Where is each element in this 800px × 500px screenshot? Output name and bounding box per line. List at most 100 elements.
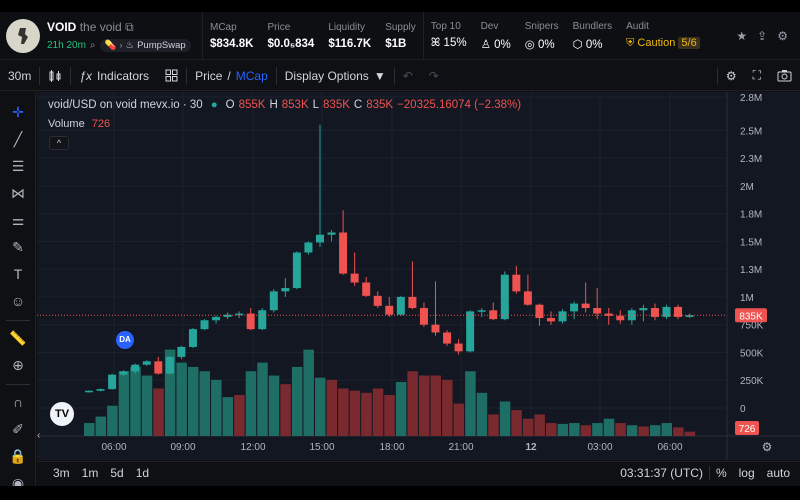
slash-label: /: [227, 68, 231, 83]
price-mcap-toggle[interactable]: Price / MCap: [187, 61, 276, 90]
y-tick-label: 1.3M: [740, 265, 762, 276]
search-icon[interactable]: ⌕: [90, 40, 96, 51]
percent-toggle[interactable]: %: [710, 466, 733, 480]
chart-settings-icon[interactable]: ⚙: [718, 61, 745, 90]
x-tick-label: 09:00: [170, 442, 195, 453]
audit-text: Caution: [637, 37, 676, 49]
range-1m[interactable]: 1m: [76, 466, 105, 480]
collapse-toolbar-icon[interactable]: ‹: [37, 430, 40, 441]
candle-type-icon[interactable]: [40, 61, 70, 90]
crosshair-icon[interactable]: ✛: [0, 104, 36, 121]
mcap-label: MCap: [235, 68, 268, 83]
emoji-icon[interactable]: ☺: [0, 293, 36, 309]
share-icon[interactable]: ⇪: [757, 29, 767, 43]
candle-body: [131, 364, 140, 372]
platform-pill[interactable]: 💊 › ♨ PumpSwap: [99, 38, 191, 52]
settings-icon[interactable]: ⚙: [777, 29, 788, 43]
fib-icon[interactable]: ☰: [0, 158, 36, 175]
x-tick-label: 12:00: [240, 442, 265, 453]
fullscreen-icon[interactable]: ⛶: [745, 61, 769, 90]
trend-line-icon[interactable]: ╱: [0, 131, 36, 148]
log-toggle[interactable]: log: [733, 466, 761, 480]
brush-icon[interactable]: ✎: [0, 239, 36, 256]
audit-label: Audit: [626, 21, 649, 32]
candle-body: [593, 308, 602, 314]
candle-body: [547, 318, 555, 322]
volume-bar: [384, 394, 395, 436]
indicators-label: Indicators: [97, 68, 150, 83]
void-logo-icon: [18, 27, 28, 44]
indicators-button[interactable]: ƒx Indicators: [71, 61, 157, 90]
undo-icon[interactable]: ↶: [395, 61, 421, 90]
volume-bar: [430, 375, 441, 436]
holder-percent: 0%: [585, 38, 603, 51]
close-value: 835K: [366, 99, 394, 111]
volume-bar: [395, 382, 407, 436]
star-icon[interactable]: ★: [736, 29, 747, 43]
axis-settings-icon[interactable]: ⚙: [762, 440, 773, 454]
pencil-lock-icon[interactable]: ✐: [0, 421, 36, 438]
holder-top10: Top 10 ꕤ 15%: [424, 12, 474, 59]
text-icon[interactable]: T: [0, 266, 36, 282]
tv-logo-text: TV: [54, 408, 70, 420]
token-meta: 21h 20m ⌕ 💊 › ♨ PumpSwap: [47, 38, 191, 52]
camera-icon[interactable]: [769, 61, 800, 90]
prediction-icon[interactable]: ⚌: [0, 212, 36, 229]
open-value: 855K: [238, 99, 266, 111]
volume-bar: [453, 403, 465, 436]
chef-icon: ♙: [480, 38, 491, 51]
x-tick-label: 18:00: [379, 442, 404, 453]
candle-body: [304, 242, 313, 253]
candle-body: [616, 315, 625, 321]
clock-time[interactable]: 03:31:37 (UTC): [614, 466, 709, 480]
candle-body: [431, 324, 440, 333]
token-name-row: VOID the void ⧉: [47, 20, 191, 35]
ruler-icon[interactable]: 📏: [0, 330, 36, 347]
copy-icon[interactable]: ⧉: [125, 20, 134, 34]
dev-action-marker[interactable]: DA: [116, 331, 134, 349]
token-avatar[interactable]: [6, 18, 40, 53]
range-5d[interactable]: 5d: [104, 466, 129, 480]
y-tick-label: 1M: [740, 293, 754, 304]
volume-label: Volume: [48, 118, 85, 130]
shield-icon: ⛨: [626, 37, 635, 49]
volume-bar: [649, 425, 661, 436]
candle-body: [165, 356, 174, 374]
token-fullname: the void: [79, 19, 122, 34]
volume-bar: [211, 379, 222, 436]
auto-toggle[interactable]: auto: [761, 466, 796, 480]
volume-bar: [418, 375, 430, 436]
zoom-in-icon[interactable]: ⊕: [0, 357, 36, 374]
pattern-icon[interactable]: ⋈: [0, 185, 36, 202]
holder-label: Bundlers: [572, 20, 613, 32]
volume-bar: [84, 423, 95, 436]
candle-body: [281, 288, 290, 292]
collapse-legend-button[interactable]: ^: [49, 136, 69, 150]
audit-status[interactable]: Audit ⛨ Caution 5/6: [619, 12, 707, 59]
stat-value: $116.7K: [328, 37, 372, 50]
magnet-icon[interactable]: ∩: [0, 394, 36, 410]
candle-body: [119, 371, 128, 375]
tradingview-logo[interactable]: TV: [50, 402, 74, 426]
token-age: 21h 20m: [47, 39, 86, 51]
display-options-button[interactable]: Display Options ▼: [277, 61, 394, 90]
lock-icon[interactable]: 🔒: [0, 448, 36, 465]
candle-body: [292, 252, 301, 289]
target-icon: ◎: [524, 38, 535, 51]
volume-bar: [257, 362, 268, 436]
range-3m[interactable]: 3m: [47, 466, 76, 480]
last-volume-label: 726: [739, 424, 756, 435]
price-chart[interactable]: 2.8M 2.5M 2.3M 2M 1.8M 1.5M 1.3M 1M 750K 500K 250K…: [37, 92, 800, 460]
chevron-right-icon: ›: [119, 39, 123, 51]
redo-icon[interactable]: ↷: [421, 61, 447, 90]
candle-body: [154, 361, 163, 374]
x-tick-label: 21:00: [448, 442, 473, 453]
y-tick-label: 750K: [740, 321, 764, 332]
stat-label: Price: [267, 21, 291, 33]
users-icon: ꕤ: [430, 37, 441, 49]
display-options-label: Display Options: [284, 68, 369, 83]
range-1d[interactable]: 1d: [130, 466, 155, 480]
layouts-icon[interactable]: [157, 61, 186, 90]
interval-button[interactable]: 30m: [0, 61, 39, 90]
volume-bar: [153, 388, 164, 436]
